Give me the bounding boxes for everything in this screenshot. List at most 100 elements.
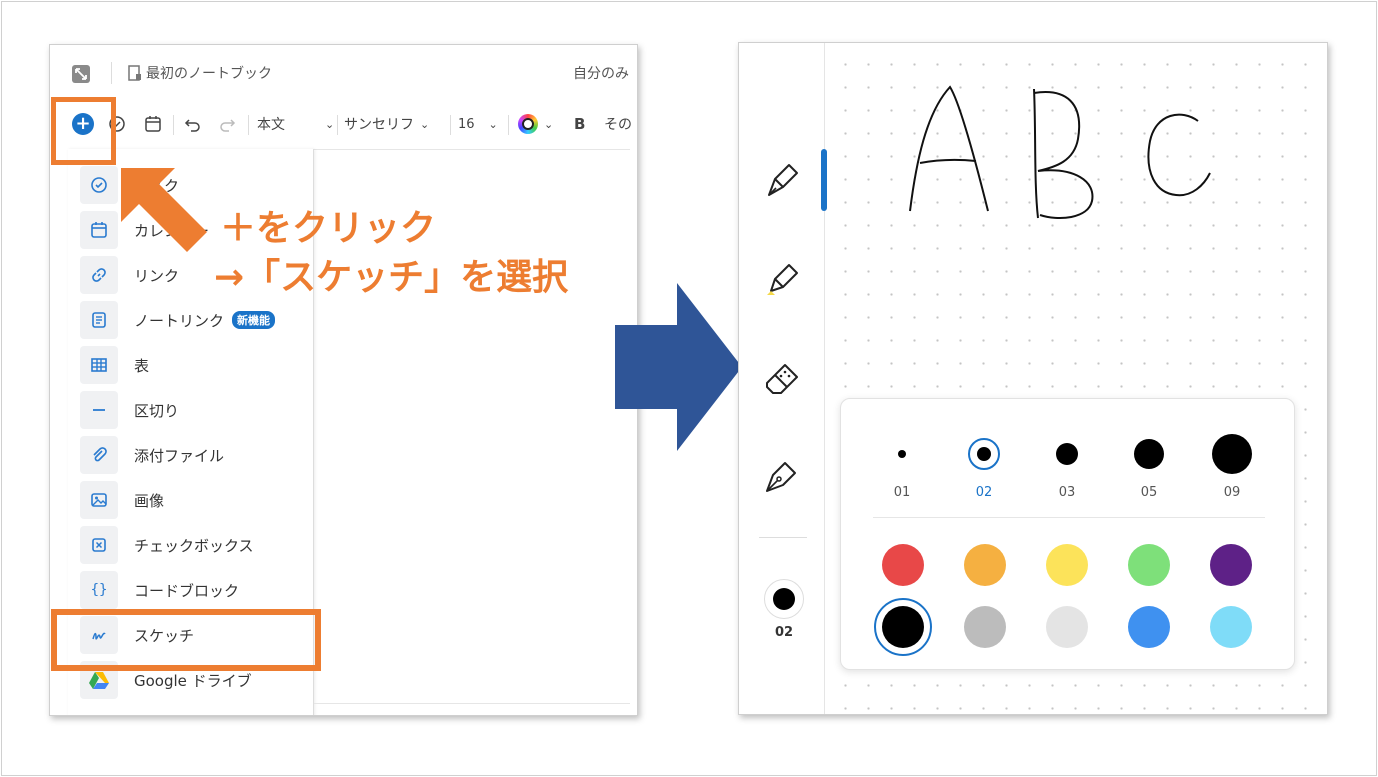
sharing-label[interactable]: 自分のみ bbox=[573, 63, 629, 83]
color-swatch[interactable] bbox=[964, 606, 1006, 648]
new-feature-badge: 新機能 bbox=[232, 311, 276, 329]
plus-button-highlight bbox=[51, 97, 116, 165]
bold-button[interactable]: B bbox=[574, 107, 585, 141]
toolbar-separator bbox=[248, 115, 249, 135]
check-circle-icon bbox=[80, 166, 118, 204]
instruction-line-2: →「スケッチ」を選択 bbox=[214, 257, 569, 298]
size-dot-wrap bbox=[1202, 429, 1262, 479]
size-option-09[interactable]: 09 bbox=[1202, 429, 1262, 509]
size-dot-wrap bbox=[954, 429, 1014, 479]
pen-icon[interactable] bbox=[761, 159, 803, 203]
color-swatch[interactable] bbox=[882, 606, 924, 648]
menu-item-label: 添付ファイル bbox=[134, 446, 225, 465]
instruction-line-1: ＋をクリック bbox=[220, 208, 437, 249]
size-dot-wrap bbox=[1119, 429, 1179, 479]
chevron-down-icon: ⌄ bbox=[420, 117, 430, 131]
link-icon bbox=[80, 256, 118, 294]
menu-item-label: 表 bbox=[134, 356, 150, 375]
editor-header: 最初のノートブック 自分のみ bbox=[50, 45, 637, 101]
rail-divider bbox=[759, 537, 807, 538]
calendar-toolbar-icon[interactable] bbox=[144, 107, 162, 141]
color-swatch[interactable] bbox=[1128, 606, 1170, 648]
stroke-palette: 01 02 03 05 09 bbox=[840, 398, 1295, 670]
menu-item-label: コードブロック bbox=[134, 581, 240, 600]
calendar-icon bbox=[80, 211, 118, 249]
image-icon bbox=[80, 481, 118, 519]
size-dot-wrap bbox=[872, 429, 932, 479]
tool-rail: 02 bbox=[739, 43, 825, 714]
undo-icon[interactable] bbox=[184, 107, 202, 141]
editor-toolbar: + 本文 ⌄ サンセリフ ⌄ 16 ⌄ ⌄ B その bbox=[50, 107, 637, 141]
notebook-title[interactable]: 最初のノートブック bbox=[146, 63, 272, 83]
font-family-select[interactable]: サンセリフ ⌄ bbox=[344, 107, 429, 141]
current-stroke-size-label: 02 bbox=[774, 625, 794, 640]
size-option-01[interactable]: 01 bbox=[872, 429, 932, 509]
toolbar-separator bbox=[337, 115, 338, 135]
table-icon bbox=[80, 346, 118, 384]
menu-item-image[interactable]: 画像 bbox=[80, 480, 310, 520]
menu-item-label: リンク bbox=[134, 266, 180, 285]
chevron-down-icon: ⌄ bbox=[325, 117, 335, 131]
font-size-value: 16 bbox=[458, 116, 475, 132]
palette-divider bbox=[873, 517, 1265, 518]
selected-size-ring bbox=[968, 438, 1000, 470]
transition-arrow-icon bbox=[615, 283, 742, 451]
color-swatch[interactable] bbox=[1128, 544, 1170, 586]
color-swatch[interactable] bbox=[1210, 544, 1252, 586]
size-label: 09 bbox=[1223, 485, 1241, 500]
menu-item-label: 区切り bbox=[134, 401, 180, 420]
size-dot bbox=[977, 447, 991, 461]
divider-icon bbox=[80, 391, 118, 429]
toolbar-separator bbox=[450, 115, 451, 135]
color-swatch[interactable] bbox=[1210, 606, 1252, 648]
note-icon bbox=[80, 301, 118, 339]
menu-item-label: 画像 bbox=[134, 491, 165, 510]
paperclip-icon bbox=[80, 436, 118, 474]
code-icon: {} bbox=[80, 571, 118, 609]
expand-icon[interactable] bbox=[72, 65, 90, 83]
redo-icon[interactable] bbox=[218, 107, 236, 141]
color-swatch[interactable] bbox=[1046, 544, 1088, 586]
checkbox-icon bbox=[80, 526, 118, 564]
header-divider bbox=[111, 62, 112, 84]
color-swatch[interactable] bbox=[964, 544, 1006, 586]
current-stroke-size-button[interactable] bbox=[764, 579, 804, 619]
color-swatch[interactable] bbox=[1046, 606, 1088, 648]
orange-pointer-arrow-icon bbox=[121, 168, 207, 252]
menu-item-label: チェックボックス bbox=[134, 536, 254, 555]
menu-item-note-link[interactable]: ノートリンク 新機能 bbox=[80, 300, 310, 340]
paragraph-style-value: 本文 bbox=[257, 117, 285, 133]
eraser-icon[interactable] bbox=[761, 355, 803, 399]
menu-item-table[interactable]: 表 bbox=[80, 345, 310, 385]
menu-item-attachment[interactable]: 添付ファイル bbox=[80, 435, 310, 475]
toolbar-divider bbox=[314, 149, 630, 150]
font-size-select[interactable]: 16 ⌄ bbox=[458, 107, 498, 141]
size-option-05[interactable]: 05 bbox=[1119, 429, 1179, 509]
sketch-item-highlight bbox=[51, 609, 321, 671]
editor-bottom-line bbox=[314, 703, 630, 704]
active-tool-indicator bbox=[821, 149, 827, 211]
sketch-editor-window: 02 01 02 03 05 09 bbox=[738, 42, 1328, 715]
menu-item-label: ノートリンク bbox=[134, 311, 225, 330]
size-option-03[interactable]: 03 bbox=[1037, 429, 1097, 509]
more-button[interactable]: その bbox=[604, 107, 632, 141]
chevron-down-icon: ⌄ bbox=[544, 117, 554, 131]
toolbar-separator bbox=[508, 115, 509, 135]
menu-item-label: Google ドライブ bbox=[134, 671, 252, 690]
menu-item-code-block[interactable]: {} コードブロック bbox=[80, 570, 310, 610]
menu-item-divider[interactable]: 区切り bbox=[80, 390, 310, 430]
notebook-icon bbox=[128, 65, 142, 81]
font-family-value: サンセリフ bbox=[344, 117, 414, 133]
menu-item-checkbox[interactable]: チェックボックス bbox=[80, 525, 310, 565]
size-option-02[interactable]: 02 bbox=[954, 429, 1014, 509]
size-label: 02 bbox=[975, 485, 993, 500]
paragraph-style-select[interactable]: 本文 ⌄ bbox=[257, 107, 334, 141]
text-color-button[interactable]: ⌄ bbox=[518, 107, 553, 141]
fountain-pen-icon[interactable] bbox=[761, 453, 803, 497]
size-dot bbox=[1056, 443, 1078, 465]
size-dot bbox=[1212, 434, 1252, 474]
color-wheel-icon bbox=[518, 114, 538, 134]
color-swatch[interactable] bbox=[882, 544, 924, 586]
chevron-down-icon: ⌄ bbox=[488, 117, 498, 131]
highlighter-icon[interactable] bbox=[761, 257, 803, 301]
